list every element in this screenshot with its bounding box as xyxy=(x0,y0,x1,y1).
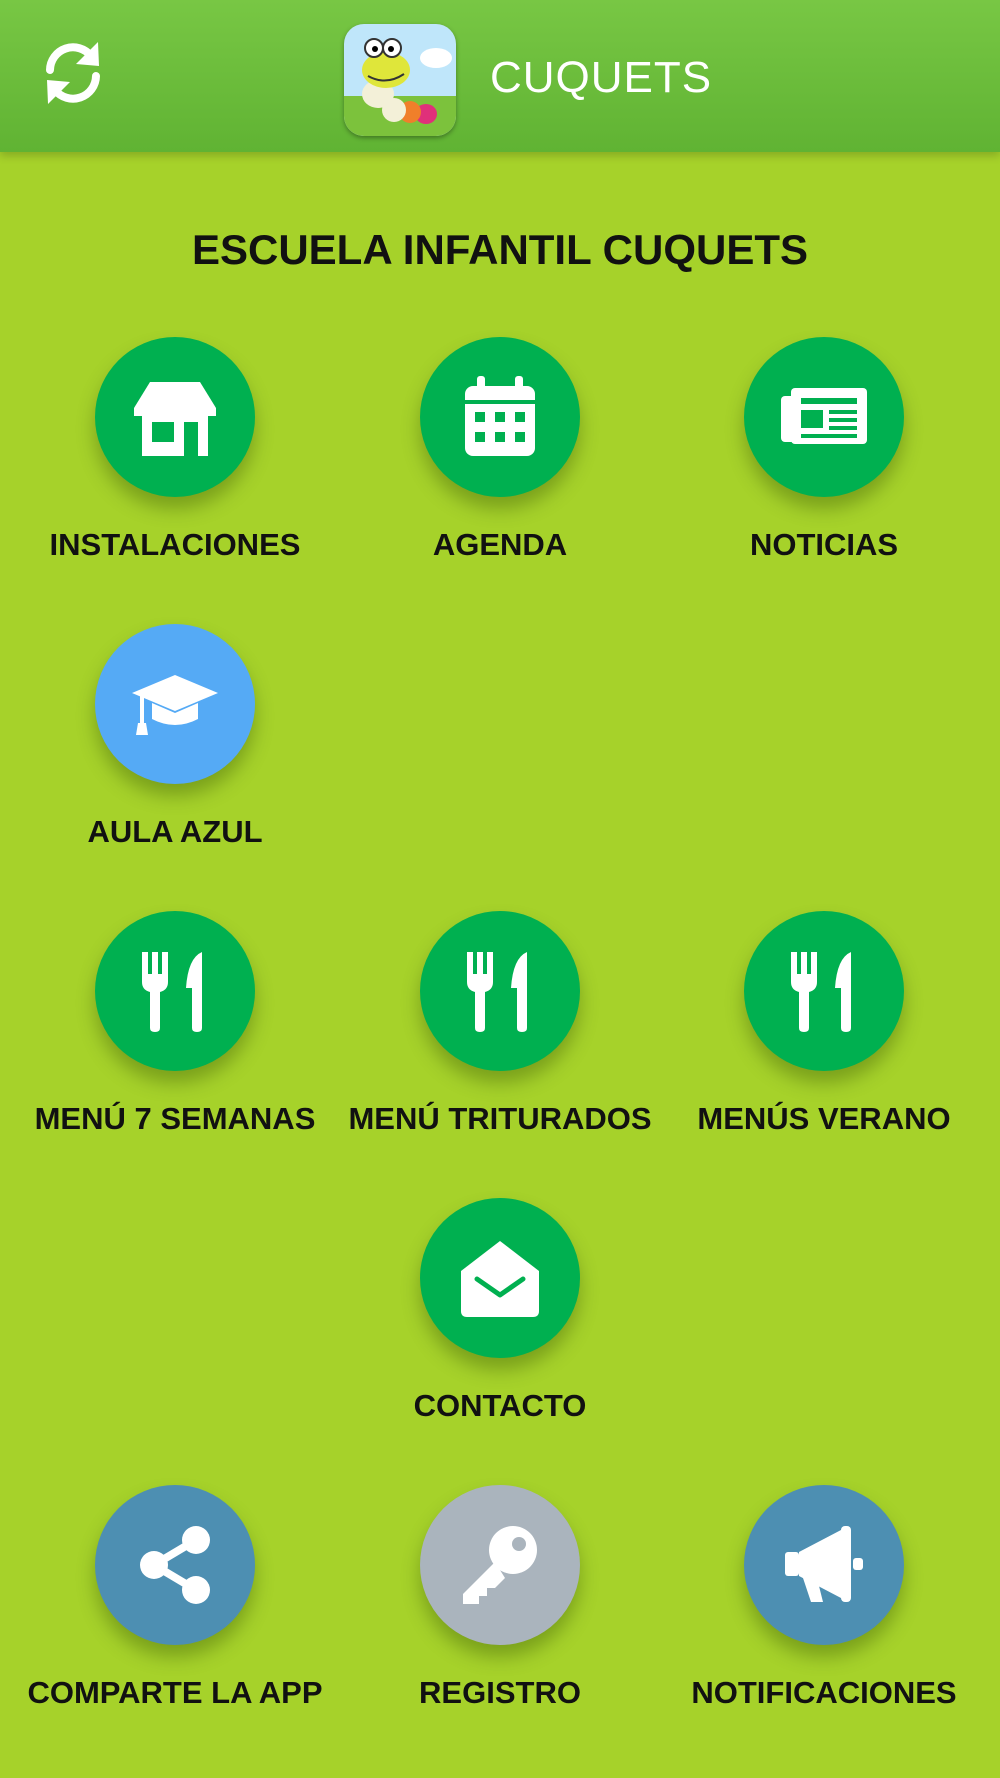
tile-label: INSTALACIONES xyxy=(49,527,301,562)
tile-label: AULA AZUL xyxy=(87,814,263,849)
notificaciones-button[interactable] xyxy=(744,1485,904,1645)
tile-contacto[interactable]: CONTACTO xyxy=(340,1198,660,1468)
app-header: CUQUETS xyxy=(0,0,1000,152)
menu-triturados-button[interactable] xyxy=(420,911,580,1071)
refresh-icon xyxy=(46,42,100,104)
menu-7-semanas-button[interactable] xyxy=(95,911,255,1071)
tile-menu-triturados[interactable]: MENÚ TRITURADOS xyxy=(340,911,660,1181)
aula-azul-button[interactable] xyxy=(95,624,255,784)
shop-icon xyxy=(134,382,216,456)
calendar-icon xyxy=(465,376,535,456)
app-logo xyxy=(344,24,456,136)
tile-notificaciones[interactable]: NOTIFICACIONES xyxy=(664,1485,984,1755)
contacto-button[interactable] xyxy=(420,1198,580,1358)
share-icon xyxy=(140,1526,210,1604)
noticias-button[interactable] xyxy=(744,337,904,497)
tile-label: AGENDA xyxy=(432,527,568,562)
tile-label: COMPARTE LA APP xyxy=(27,1675,323,1710)
cutlery-icon xyxy=(467,952,527,1032)
app-title: CUQUETS xyxy=(490,53,713,102)
tile-comparte-la-app[interactable]: COMPARTE LA APP xyxy=(15,1485,335,1755)
envelope-open-icon xyxy=(461,1241,539,1317)
megaphone-icon xyxy=(785,1526,863,1602)
tile-agenda[interactable]: AGENDA xyxy=(340,337,660,607)
graduation-cap-icon xyxy=(132,675,218,735)
tile-menus-verano[interactable]: MENÚS VERANO xyxy=(664,911,984,1181)
tile-instalaciones[interactable]: INSTALACIONES xyxy=(15,337,335,607)
tile-noticias[interactable]: NOTICIAS xyxy=(664,337,984,607)
tile-label: NOTIFICACIONES xyxy=(691,1675,957,1710)
page-title: ESCUELA INFANTIL CUQUETS xyxy=(191,226,809,273)
refresh-button[interactable] xyxy=(36,36,110,110)
key-icon xyxy=(463,1526,537,1604)
tile-label: REGISTRO xyxy=(419,1675,581,1710)
tile-menu-7-semanas[interactable]: MENÚ 7 SEMANAS xyxy=(15,911,335,1181)
caterpillar-logo-icon xyxy=(344,24,456,136)
tile-label: NOTICIAS xyxy=(749,527,899,562)
newspaper-icon xyxy=(781,388,867,444)
agenda-button[interactable] xyxy=(420,337,580,497)
cutlery-icon xyxy=(142,952,202,1032)
menus-verano-button[interactable] xyxy=(744,911,904,1071)
tile-label: MENÚ 7 SEMANAS xyxy=(34,1101,316,1136)
tile-label: MENÚS VERANO xyxy=(697,1101,951,1136)
comparte-la-app-button[interactable] xyxy=(95,1485,255,1645)
tile-label: CONTACTO xyxy=(413,1388,587,1423)
tile-registro[interactable]: REGISTRO xyxy=(340,1485,660,1755)
cutlery-icon xyxy=(791,952,851,1032)
tile-aula-azul[interactable]: AULA AZUL xyxy=(15,624,335,894)
registro-button[interactable] xyxy=(420,1485,580,1645)
instalaciones-button[interactable] xyxy=(95,337,255,497)
tile-label: MENÚ TRITURADOS xyxy=(348,1101,652,1136)
